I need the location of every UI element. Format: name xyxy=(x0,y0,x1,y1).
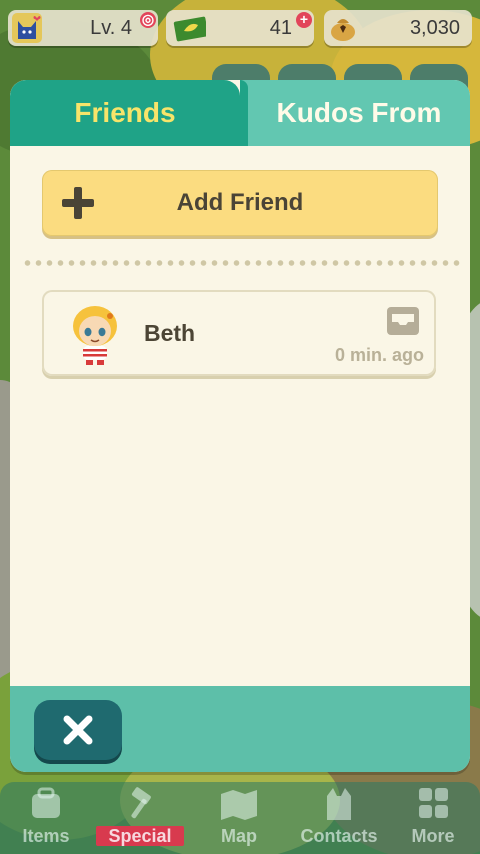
friend-card[interactable]: Beth 0 min. ago xyxy=(42,290,436,376)
friend-avatar-icon xyxy=(73,306,117,365)
level-value: Lv. 4 xyxy=(90,17,132,39)
bells-pill[interactable]: 3,030 xyxy=(324,10,472,46)
hammer-icon xyxy=(131,787,151,819)
bell-bag-icon xyxy=(331,19,355,41)
level-info-icon[interactable]: ◎ xyxy=(140,12,156,28)
friend-name: Beth xyxy=(144,320,196,346)
inbox-icon[interactable] xyxy=(386,304,420,338)
grid-icon xyxy=(419,788,448,818)
tickets-pill[interactable]: 41 + xyxy=(166,10,314,46)
tab-friends-label: Friends xyxy=(74,97,176,128)
level-pill[interactable]: Lv. 4 ◎ xyxy=(8,10,158,46)
nav-contacts[interactable]: Contacts xyxy=(294,786,384,847)
nav-items[interactable]: Items xyxy=(1,786,91,847)
nav-map[interactable]: Map xyxy=(194,786,284,847)
dotted-divider xyxy=(22,260,460,266)
nav-more[interactable]: More xyxy=(388,786,478,847)
nav-items-label: Items xyxy=(22,826,70,846)
cat-face-icon xyxy=(327,788,351,820)
player-avatar-icon xyxy=(12,13,42,43)
bag-icon xyxy=(32,787,60,818)
nav-contacts-label: Contacts xyxy=(300,826,378,846)
tab-kudos-from[interactable]: Kudos From xyxy=(240,80,470,146)
nav-map-label: Map xyxy=(221,826,257,846)
bottom-nav: Items Special Map Contacts More xyxy=(0,782,480,854)
add-friend-label: Add Friend xyxy=(176,189,304,216)
panel-tabs: Friends Kudos From xyxy=(10,80,470,146)
nav-special-label: Special xyxy=(96,826,184,846)
tab-friends[interactable]: Friends xyxy=(10,80,240,146)
tickets-value: 41 xyxy=(269,17,292,39)
status-bar: Lv. 4 ◎ 41 + 3,030 xyxy=(8,8,472,48)
nav-more-label: More xyxy=(411,826,455,846)
plus-icon xyxy=(62,187,94,219)
friends-panel: Friends Kudos From Add Friend Beth 0 min… xyxy=(10,80,470,772)
map-icon xyxy=(221,790,257,820)
tab-kudos-label: Kudos From xyxy=(276,97,442,128)
add-friend-button[interactable]: Add Friend xyxy=(42,170,438,236)
bells-value: 3,030 xyxy=(409,17,460,39)
last-active-time: 0 min. ago xyxy=(334,345,424,365)
close-icon xyxy=(63,715,93,745)
leaf-ticket-icon xyxy=(173,16,206,42)
panel-footer xyxy=(10,686,470,772)
close-button[interactable] xyxy=(34,700,122,760)
add-tickets-icon[interactable]: + xyxy=(296,12,312,28)
nav-special[interactable]: Special xyxy=(95,786,185,847)
